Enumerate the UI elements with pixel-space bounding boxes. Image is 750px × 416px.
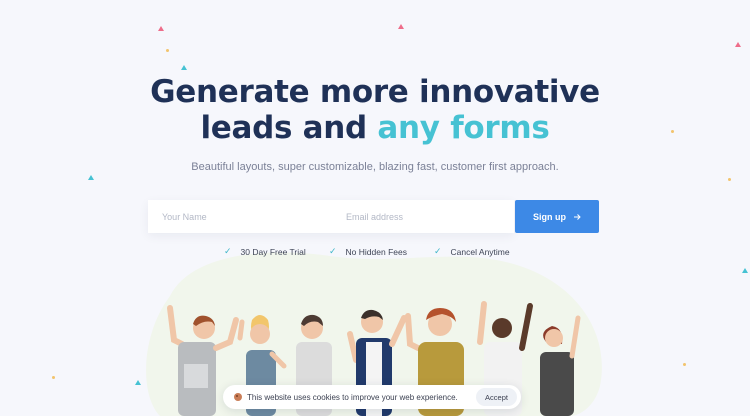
check-icon: ✓ <box>329 246 337 256</box>
cookie-banner-text: This website uses cookies to improve you… <box>247 392 458 402</box>
landing-page: { "hero": { "title_line1": "Generate mor… <box>0 0 750 416</box>
confetti-triangle <box>735 42 741 47</box>
confetti-triangle <box>181 65 187 70</box>
confetti-triangle <box>88 175 94 180</box>
email-input[interactable] <box>346 200 506 233</box>
feature-label: 30 Day Free Trial <box>240 246 306 257</box>
hero-title-line2: leads and <box>200 110 378 146</box>
feature-item: ✓ Cancel Anytime <box>434 246 510 257</box>
signup-form <box>148 200 514 233</box>
check-icon: ✓ <box>434 246 442 256</box>
cookie-icon <box>234 393 242 401</box>
feature-item: ✓ No Hidden Fees <box>329 246 407 257</box>
feature-item: ✓ 30 Day Free Trial <box>224 246 306 257</box>
hero-title-accent: any forms <box>377 110 550 146</box>
confetti-dot <box>728 178 731 181</box>
feature-label: Cancel Anytime <box>450 246 510 257</box>
accept-cookies-button[interactable]: Accept <box>476 388 517 406</box>
confetti-triangle <box>398 24 404 29</box>
feature-label: No Hidden Fees <box>345 246 407 257</box>
hero-title-line1: Generate more innovative <box>150 74 600 110</box>
confetti-dot <box>683 363 686 366</box>
name-input[interactable] <box>162 200 332 233</box>
cookie-banner: This website uses cookies to improve you… <box>223 385 521 409</box>
confetti-triangle <box>158 26 164 31</box>
hero-title: Generate more innovative leads and any f… <box>0 74 750 146</box>
signup-button-label: Sign up <box>533 211 566 222</box>
hero-subtitle: Beautiful layouts, super customizable, b… <box>191 161 559 173</box>
confetti-dot <box>166 49 169 52</box>
arrow-right-icon <box>574 213 581 220</box>
confetti-dot <box>52 376 55 379</box>
confetti-triangle <box>742 268 748 273</box>
check-icon: ✓ <box>224 246 232 256</box>
signup-button[interactable]: Sign up <box>515 200 599 233</box>
